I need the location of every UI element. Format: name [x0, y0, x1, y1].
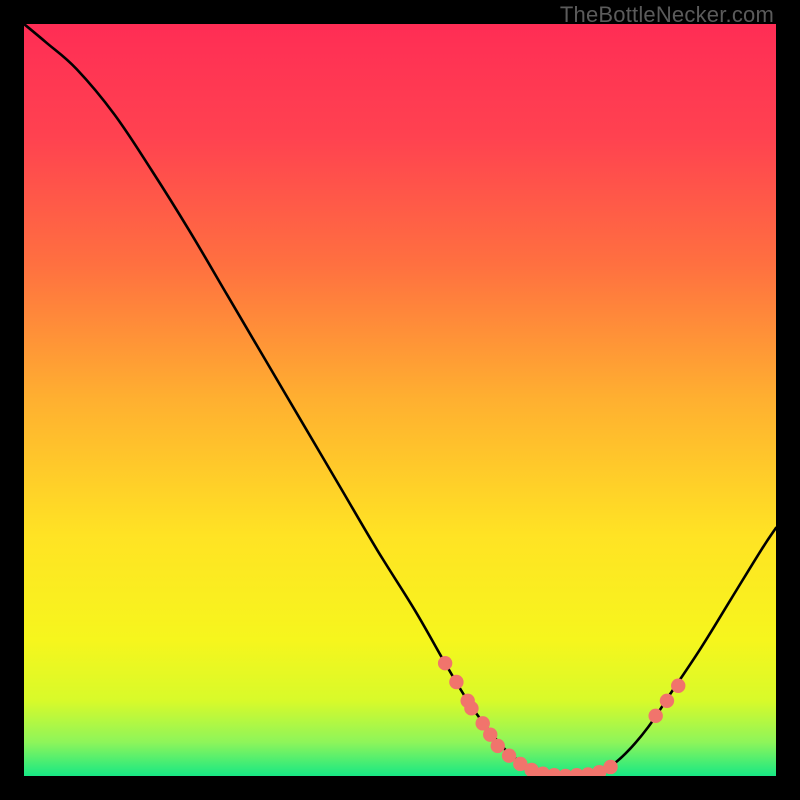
marker-dot [449, 675, 463, 689]
gradient-background [24, 24, 776, 776]
chart-frame [24, 24, 776, 776]
watermark-text: TheBottleNecker.com [560, 2, 774, 28]
bottleneck-chart [24, 24, 776, 776]
marker-dot [660, 694, 674, 708]
marker-dot [603, 760, 617, 774]
marker-dot [648, 709, 662, 723]
marker-dot [438, 656, 452, 670]
marker-dot [671, 679, 685, 693]
marker-dot [464, 701, 478, 715]
marker-dot [491, 739, 505, 753]
